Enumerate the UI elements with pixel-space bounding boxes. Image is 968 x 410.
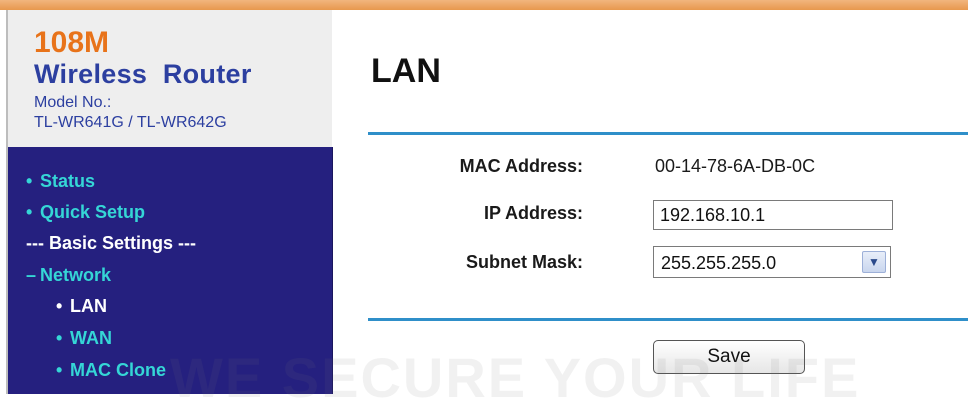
mac-address-label: MAC Address: [459, 156, 583, 176]
model-value: TL-WR641G / TL-WR642G [34, 114, 227, 131]
bullet-icon: • [56, 360, 63, 380]
collapse-icon: – [26, 265, 37, 285]
sidebar-item-label: Status [40, 171, 96, 191]
model-label: Model No.: [34, 94, 112, 111]
mac-address-value: 00-14-78-6A-DB-0C [655, 156, 816, 176]
ip-address-input[interactable] [653, 200, 893, 230]
brand-header: 108M Wireless Router Model No.: TL-WR641… [8, 10, 332, 147]
chevron-down-icon[interactable]: ▼ [862, 251, 886, 273]
sidebar-item-mac-clone[interactable]: • MAC Clone [56, 360, 166, 381]
sidebar-item-quick-setup[interactable]: • Quick Setup [26, 202, 145, 223]
brand-product: Wireless Router [34, 59, 252, 89]
sidebar-item-label: LAN [70, 296, 107, 316]
subnet-mask-label: Subnet Mask: [465, 252, 583, 272]
sidebar-section-basic-settings: --- Basic Settings --- [26, 233, 196, 254]
sidebar-item-label: WAN [70, 328, 112, 348]
subnet-mask-select[interactable]: 255.255.255.0 ▼ [653, 246, 891, 278]
brand-speed: 108M [34, 26, 110, 59]
bullet-icon: • [26, 202, 33, 222]
bullet-icon: • [56, 296, 63, 316]
sidebar-item-label: Quick Setup [40, 202, 146, 222]
divider [368, 132, 968, 135]
sidebar-item-wan[interactable]: • WAN [56, 328, 112, 349]
bullet-icon: • [26, 171, 33, 191]
ip-address-label: IP Address: [483, 203, 583, 223]
main-content: LAN MAC Address: 00-14-78-6A-DB-0C IP Ad… [333, 10, 968, 394]
sidebar-item-label: MAC Clone [70, 360, 166, 380]
sidebar-item-status[interactable]: • Status [26, 171, 95, 192]
sidebar-section-label: --- Basic Settings --- [26, 233, 197, 253]
sidebar-item-network[interactable]: – Network [26, 265, 111, 286]
page-title: LAN [371, 52, 441, 90]
subnet-mask-value: 255.255.255.0 [661, 253, 777, 273]
save-button[interactable]: Save [653, 340, 805, 374]
sidebar-item-label: Network [40, 265, 112, 285]
sidebar-menu: • Status • Quick Setup --- Basic Settings … [8, 147, 333, 394]
top-bar [0, 0, 968, 10]
bullet-icon: • [56, 328, 63, 348]
divider [368, 318, 968, 321]
sidebar-item-lan[interactable]: • LAN [56, 296, 107, 317]
